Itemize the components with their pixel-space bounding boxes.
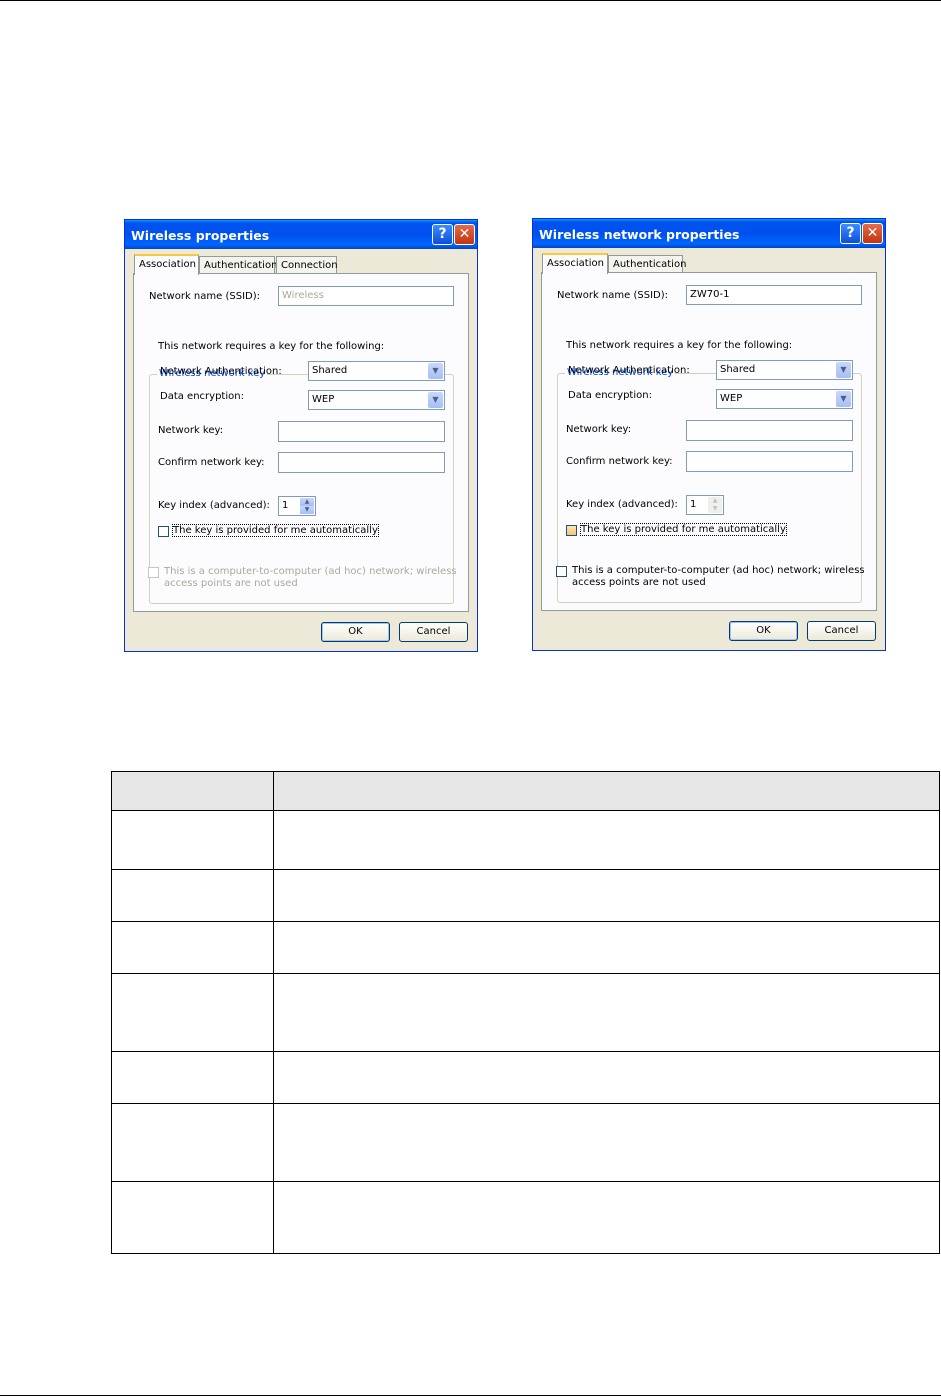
adhoc-label-line1: This is a computer-to-computer (ad hoc) … <box>164 566 457 577</box>
key-index-label: Key index (advanced): <box>566 499 678 510</box>
ok-button[interactable]: OK <box>321 622 390 642</box>
confirm-key-label: Confirm network key: <box>158 457 265 468</box>
table-cell <box>111 810 274 870</box>
chevron-down-icon[interactable]: ▼ <box>428 392 443 408</box>
association-panel: Network name (SSID): Wireless Wireless n… <box>133 273 469 612</box>
auto-key-label[interactable]: The key is provided for me automatically <box>172 524 379 537</box>
close-icon[interactable]: ✕ <box>862 223 883 244</box>
table-header-row <box>111 771 940 811</box>
help-icon[interactable]: ? <box>432 224 453 245</box>
table-cell <box>111 973 274 1052</box>
key-index-stepper[interactable]: 1 ▲ ▼ <box>686 495 724 515</box>
key-index-value: 1 <box>282 500 289 511</box>
table-row <box>111 1051 940 1104</box>
confirm-key-input[interactable] <box>686 451 853 472</box>
table-cell <box>273 921 940 974</box>
ssid-input[interactable]: Wireless <box>278 286 454 306</box>
table-row <box>111 921 940 974</box>
table-cell <box>273 973 940 1052</box>
tab-connection[interactable]: Connection <box>276 256 338 274</box>
table-cell <box>273 869 940 922</box>
adhoc-label-line2: access points are not used <box>572 577 706 588</box>
adhoc-checkbox[interactable] <box>556 566 567 577</box>
data-encryption-value: WEP <box>720 393 743 404</box>
table-cell <box>111 921 274 974</box>
table-cell <box>111 869 274 922</box>
chevron-down-icon[interactable]: ▼ <box>836 362 851 378</box>
confirm-key-input[interactable] <box>278 452 445 473</box>
ssid-input[interactable]: ZW70-1 <box>686 285 862 305</box>
help-icon[interactable]: ? <box>840 223 861 244</box>
table-row <box>111 973 940 1052</box>
table-row <box>111 1103 940 1182</box>
spin-down-icon[interactable]: ▼ <box>708 505 722 513</box>
adhoc-checkbox[interactable] <box>148 567 159 578</box>
adhoc-label-line1: This is a computer-to-computer (ad hoc) … <box>572 565 865 576</box>
data-encryption-select[interactable]: WEP ▼ <box>308 390 445 410</box>
ok-button[interactable]: OK <box>729 621 798 641</box>
spin-down-icon[interactable]: ▼ <box>300 506 314 514</box>
adhoc-label-line2: access points are not used <box>164 578 298 589</box>
table-row <box>111 1181 940 1254</box>
close-icon[interactable]: ✕ <box>454 224 475 245</box>
wireless-properties-dialog: Wireless properties ? ✕ Association Auth… <box>124 219 478 652</box>
network-key-label: Network key: <box>566 424 632 435</box>
association-panel: Network name (SSID): ZW70-1 Wireless net… <box>541 272 877 611</box>
table-cell <box>273 810 940 870</box>
data-encryption-label: Data encryption: <box>568 390 652 401</box>
ssid-label: Network name (SSID): <box>557 290 668 301</box>
cancel-button[interactable]: Cancel <box>399 622 468 642</box>
spin-up-icon[interactable]: ▲ <box>708 497 722 505</box>
network-auth-value: Shared <box>312 365 348 376</box>
key-index-value: 1 <box>690 499 697 510</box>
key-index-stepper[interactable]: 1 ▲ ▼ <box>278 496 316 516</box>
auto-key-checkbox[interactable] <box>158 526 169 537</box>
auto-key-label[interactable]: The key is provided for me automatically <box>580 523 787 536</box>
table-header-cell <box>273 771 940 811</box>
network-key-input[interactable] <box>278 421 445 442</box>
table-cell <box>273 1103 940 1182</box>
titlebar: Wireless properties ? ✕ <box>125 220 477 249</box>
network-auth-value: Shared <box>720 364 756 375</box>
requires-key-text: This network requires a key for the foll… <box>566 340 793 351</box>
table-cell <box>111 1181 274 1254</box>
top-rule <box>0 0 941 1</box>
table-cell <box>111 1103 274 1182</box>
cancel-button[interactable]: Cancel <box>807 621 876 641</box>
table-cell <box>273 1051 940 1104</box>
table-row <box>111 810 940 870</box>
chevron-down-icon[interactable]: ▼ <box>428 363 443 379</box>
auto-key-checkbox[interactable] <box>566 525 577 536</box>
spin-up-icon[interactable]: ▲ <box>300 498 314 506</box>
network-auth-select[interactable]: Shared ▼ <box>308 361 445 381</box>
confirm-key-label: Confirm network key: <box>566 456 673 467</box>
requires-key-text: This network requires a key for the foll… <box>158 341 385 352</box>
titlebar: Wireless network properties ? ✕ <box>533 219 885 248</box>
data-encryption-label: Data encryption: <box>160 391 244 402</box>
table-header-cell <box>111 771 274 811</box>
data-encryption-select[interactable]: WEP ▼ <box>716 389 853 409</box>
table-row <box>111 869 940 922</box>
data-encryption-value: WEP <box>312 394 335 405</box>
network-key-input[interactable] <box>686 420 853 441</box>
tab-authentication[interactable]: Authentication <box>199 256 277 274</box>
tab-association[interactable]: Association <box>134 254 199 275</box>
network-auth-label: Network Authentication: <box>160 366 282 377</box>
network-auth-select[interactable]: Shared ▼ <box>716 360 853 380</box>
dialog-title: Wireless network properties <box>539 227 740 242</box>
network-key-label: Network key: <box>158 425 224 436</box>
spin-buttons: ▲ ▼ <box>300 498 314 514</box>
ssid-label: Network name (SSID): <box>149 291 260 302</box>
key-index-label: Key index (advanced): <box>158 500 270 511</box>
tab-association[interactable]: Association <box>542 253 608 274</box>
tab-authentication[interactable]: Authentication <box>608 255 686 273</box>
table-cell <box>111 1051 274 1104</box>
spin-buttons: ▲ ▼ <box>708 497 722 513</box>
reference-table <box>111 771 940 1254</box>
chevron-down-icon[interactable]: ▼ <box>836 391 851 407</box>
wireless-network-properties-dialog: Wireless network properties ? ✕ Associat… <box>532 218 886 651</box>
network-auth-label: Network Authentication: <box>568 365 690 376</box>
table-cell <box>273 1181 940 1254</box>
dialog-title: Wireless properties <box>131 228 270 243</box>
